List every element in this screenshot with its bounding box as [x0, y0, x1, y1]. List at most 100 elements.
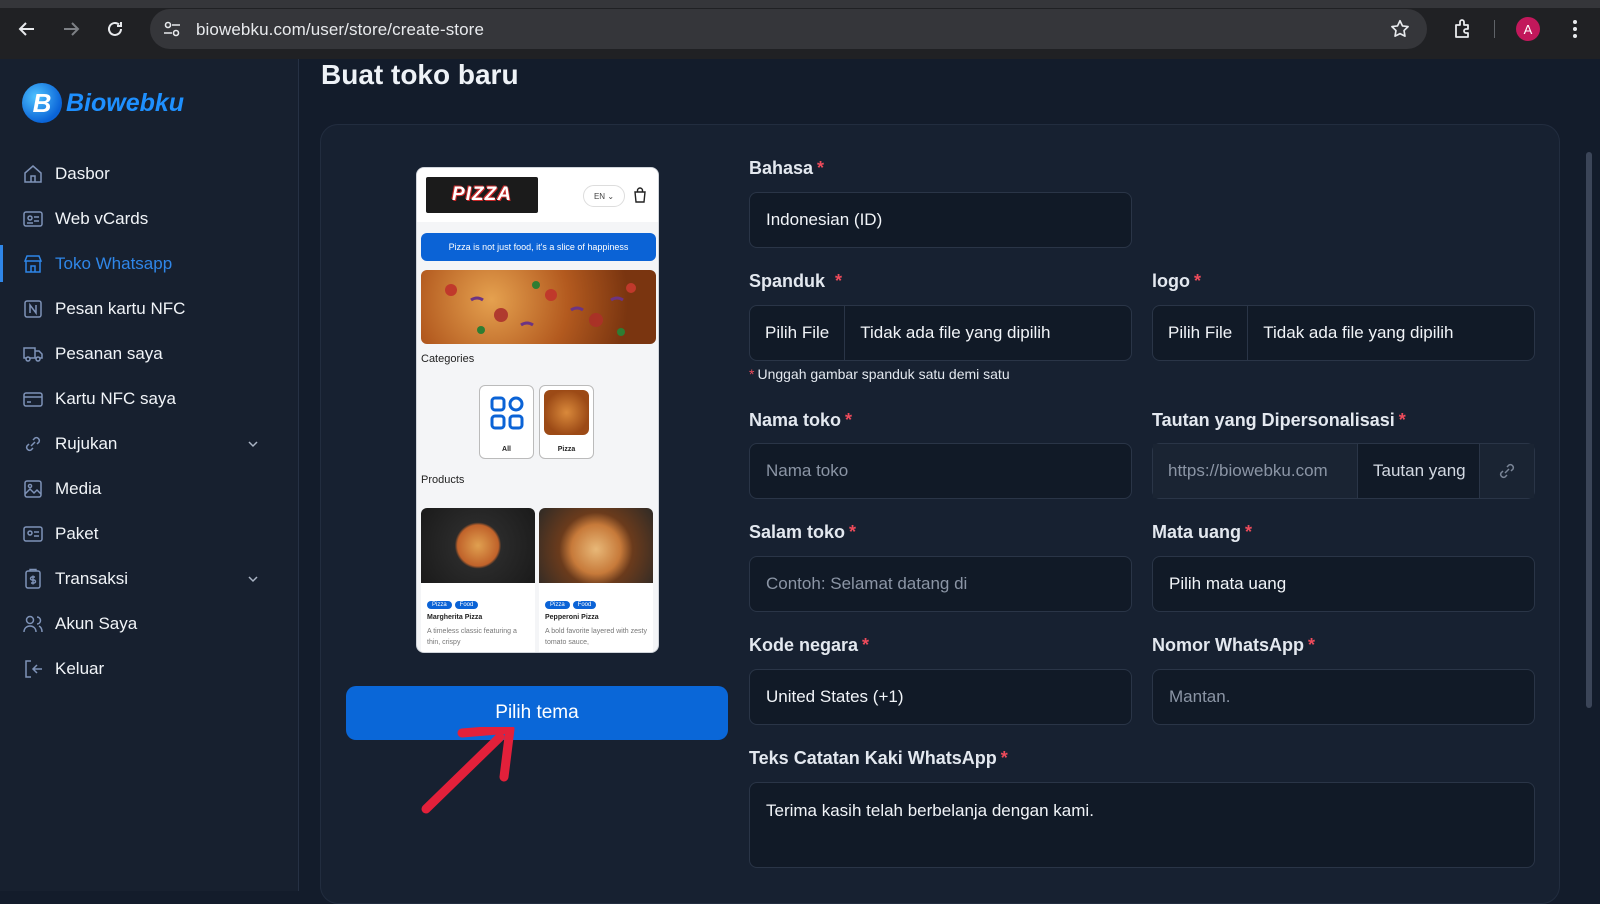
back-arrow-icon — [18, 22, 34, 36]
sidebar-item-transaksi[interactable]: Transaksi — [0, 556, 299, 601]
preview-category-label: Pizza — [557, 446, 576, 453]
link-icon — [22, 433, 44, 455]
nfc-icon — [22, 298, 44, 320]
file-status: Tidak ada file yang dipilih — [1263, 323, 1454, 342]
sidebar-item-keluar[interactable]: Keluar — [0, 646, 299, 691]
sidebar-item-pesan-kartu-nfc[interactable]: Pesan kartu NFC — [0, 286, 299, 331]
page-title: Buat toko baru — [321, 59, 519, 90]
sidebar-item-label: Web vCards — [55, 208, 149, 228]
bookmark-star-icon[interactable] — [1389, 18, 1411, 40]
tautan-input[interactable]: Tautan yang — [1358, 444, 1480, 498]
sidebar-item-dasbor[interactable]: Dasbor — [0, 151, 299, 196]
preview-product-tags: Pizza Food — [427, 601, 479, 609]
brand-logo-icon: B — [22, 83, 62, 123]
label-text: Nomor WhatsApp — [1152, 635, 1304, 655]
sidebar-item-toko-whatsapp[interactable]: Toko Whatsapp — [0, 241, 299, 286]
link-icon — [1480, 444, 1534, 498]
preview-hero-image — [421, 270, 656, 344]
choose-file-button[interactable]: Pilih File — [750, 306, 846, 360]
reload-icon — [108, 21, 122, 36]
spanduk-label: Spanduk * — [749, 271, 842, 292]
required-mark: * — [845, 410, 853, 430]
preview-logo-text: PIZZA — [452, 184, 512, 205]
sidebar-item-label: Akun Saya — [55, 613, 138, 633]
preview-product-card: Pizza Food Pepperoni Pizza A bold favori… — [539, 508, 653, 652]
page-scrollbar[interactable] — [1586, 152, 1592, 708]
hint-text: Unggah gambar spanduk satu demi satu — [757, 366, 1010, 382]
sidebar: B Biowebku Dasbor Web vCards Toko Whatsa… — [0, 59, 299, 891]
required-mark: * — [1308, 635, 1316, 655]
preview-category-label: All — [502, 446, 511, 453]
tautan-input-group: https://biowebku.com Tautan yang — [1152, 443, 1535, 499]
preview-product-desc: A timeless classic featuring a thin, cri… — [427, 628, 517, 646]
preview-product-tags: Pizza Food — [545, 601, 597, 609]
sidebar-item-pesanan-saya[interactable]: Pesanan saya — [0, 331, 299, 376]
chevron-down-icon[interactable] — [247, 438, 259, 450]
mata-uang-select[interactable]: Pilih mata uang — [1152, 556, 1535, 612]
logo-label: logo * — [1152, 271, 1201, 292]
mata-uang-label: Mata uang * — [1152, 522, 1252, 543]
sidebar-item-akun-saya[interactable]: Akun Saya — [0, 601, 299, 646]
package-card-icon — [22, 523, 44, 545]
chevron-down-icon[interactable] — [247, 573, 259, 585]
spanduk-hint: * Unggah gambar spanduk satu demi satu — [749, 366, 1010, 382]
preview-product-image — [421, 508, 535, 583]
forward-button[interactable] — [57, 15, 85, 43]
tab-strip — [0, 0, 1600, 8]
sidebar-item-paket[interactable]: Paket — [0, 511, 299, 556]
nama-toko-label: Nama toko * — [749, 410, 852, 431]
sidebar-item-label: Pesanan saya — [55, 343, 163, 363]
brand-name: Biowebku — [66, 88, 185, 117]
salam-toko-input[interactable]: Contoh: Selamat datang di — [749, 556, 1132, 612]
sidebar-item-label: Paket — [55, 523, 99, 543]
nomor-whatsapp-label: Nomor WhatsApp * — [1152, 635, 1315, 656]
logo-file-input[interactable]: Pilih File Tidak ada file yang dipilih — [1152, 305, 1535, 361]
sidebar-item-kartu-nfc-saya[interactable]: Kartu NFC saya — [0, 376, 299, 421]
forward-arrow-icon — [64, 22, 80, 36]
preview-product-name: Margherita Pizza — [427, 614, 483, 621]
required-mark: * — [1245, 522, 1253, 542]
bahasa-label: Bahasa * — [749, 158, 824, 179]
credit-card-icon — [22, 388, 44, 410]
kode-negara-select[interactable]: United States (+1) — [749, 669, 1132, 725]
extensions-puzzle-icon[interactable] — [1451, 17, 1475, 41]
required-mark: * — [862, 635, 870, 655]
nama-toko-input[interactable]: Nama toko — [749, 443, 1132, 499]
sidebar-item-web-vcards[interactable]: Web vCards — [0, 196, 299, 241]
preview-header: PIZZA EN ⌄ — [417, 168, 658, 222]
profile-avatar[interactable]: A — [1516, 17, 1540, 41]
nomor-whatsapp-input[interactable]: Mantan. — [1152, 669, 1535, 725]
preview-logo: PIZZA — [426, 177, 538, 213]
sidebar-item-media[interactable]: Media — [0, 466, 299, 511]
sidebar-item-label: Transaksi — [55, 568, 129, 588]
address-bar[interactable]: biowebku.com/user/store/create-store — [150, 9, 1427, 49]
sidebar-item-label: Toko Whatsapp — [55, 253, 173, 273]
sidebar-item-rujukan[interactable]: Rujukan — [0, 421, 299, 466]
required-mark: * — [1194, 271, 1202, 291]
back-button[interactable] — [13, 15, 41, 43]
url-text[interactable]: biowebku.com/user/store/create-store — [196, 20, 484, 40]
preview-products-title: Products — [421, 474, 465, 486]
required-mark: * — [849, 522, 857, 542]
label-text: Teks Catatan Kaki WhatsApp — [749, 748, 997, 768]
sidebar-item-label: Kartu NFC saya — [55, 388, 176, 408]
footer-text-label: Teks Catatan Kaki WhatsApp * — [749, 748, 1008, 769]
spanduk-file-input[interactable]: Pilih File Tidak ada file yang dipilih — [749, 305, 1132, 361]
users-icon — [22, 613, 44, 635]
preview-banner: Pizza is not just food, it's a slice of … — [421, 233, 656, 261]
sidebar-item-label: Media — [55, 478, 102, 498]
reload-button[interactable] — [101, 15, 129, 43]
footer-text-textarea[interactable]: Terima kasih telah berbelanja dengan kam… — [749, 782, 1535, 868]
choose-theme-button[interactable]: Pilih tema — [346, 686, 728, 740]
brand-logo[interactable]: B Biowebku — [22, 83, 184, 123]
shopping-bag-icon — [634, 187, 646, 203]
more-menu-icon[interactable] — [1567, 17, 1583, 41]
site-settings-icon[interactable] — [162, 19, 182, 39]
choose-file-button[interactable]: Pilih File — [1153, 306, 1249, 360]
bahasa-select[interactable]: Indonesian (ID) — [749, 192, 1132, 248]
preview-product-image — [539, 508, 653, 583]
required-mark: * — [835, 271, 843, 291]
browser-toolbar: biowebku.com/user/store/create-store A — [0, 0, 1600, 59]
preview-tag: Pizza — [427, 601, 452, 609]
preview-tag: Food — [572, 601, 597, 609]
